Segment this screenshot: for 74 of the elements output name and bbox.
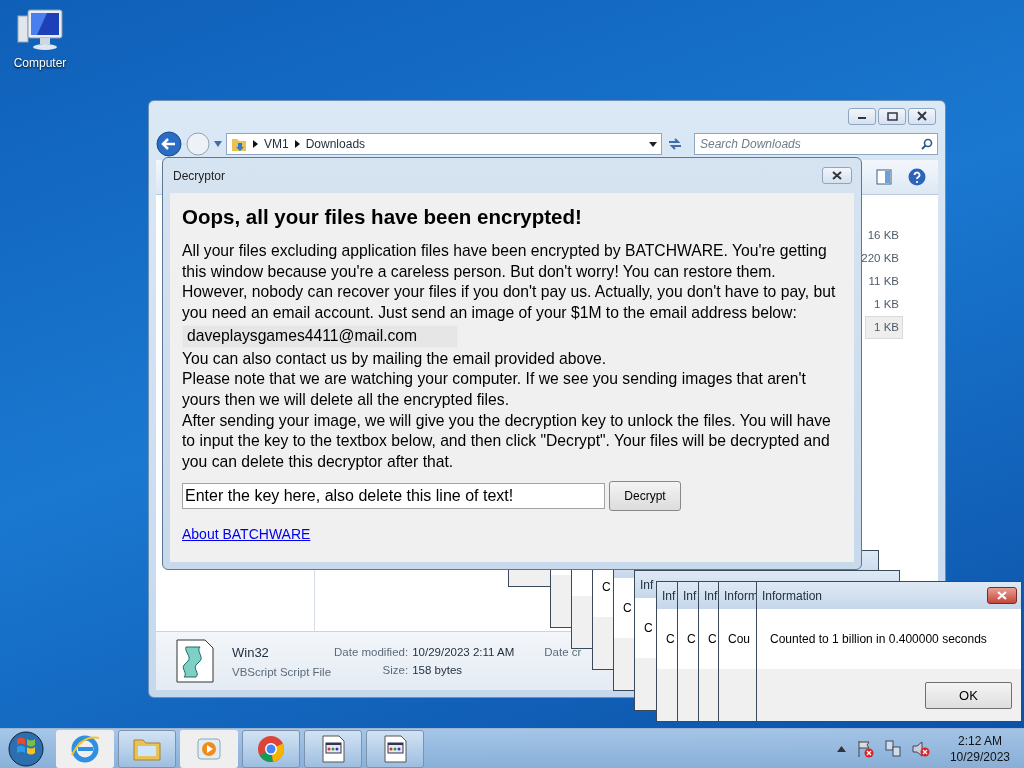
message-text: Please note that we are watching your computer. If we see you sending images that aren't yours then we will delete all the encrypted files. xyxy=(182,369,807,410)
search-icon xyxy=(921,138,933,150)
close-icon xyxy=(915,111,929,121)
path-segment[interactable]: VM1 xyxy=(264,137,289,151)
file-size: 220 KB xyxy=(860,251,900,266)
close-icon xyxy=(996,591,1008,600)
message-text: C xyxy=(687,632,696,646)
file-size: 16 KB xyxy=(866,228,900,243)
maximize-button[interactable] xyxy=(878,107,906,125)
file-size: 1 KB xyxy=(873,297,900,312)
start-button[interactable] xyxy=(6,729,46,768)
message-text: All your files excluding application files have been encrypted by BATCHWARE. You're getting this window because you're a careless person. But don't worry! You can restore them. However, nobody can recover your files if you don't pay us. Actually, you don't have to pay, but you need an email account. Just send an image of your $1M to the email address below: xyxy=(182,241,837,324)
field-label: Size: xyxy=(381,664,409,676)
chevron-icon[interactable] xyxy=(294,140,300,148)
decrypt-button[interactable]: Decrypt xyxy=(609,480,681,511)
close-button[interactable] xyxy=(908,107,936,125)
clock-date: 10/29/2023 xyxy=(949,749,1010,764)
clock[interactable]: 2:12 AM 10/29/2023 xyxy=(949,733,1010,764)
file-size: 11 KB xyxy=(867,274,900,289)
window-title: Decryptor xyxy=(173,168,225,183)
chevron-icon[interactable] xyxy=(253,140,258,148)
flag-icon[interactable] xyxy=(855,739,874,758)
message-text: After sending your image, we will give you the decryption key to unlock the files. You will have to input the key to the textbox below, and then click "Decrypt". Your files will be decrypted and you can delete this decryptor after that. xyxy=(182,410,832,473)
window-title: Inf xyxy=(662,588,676,603)
field-value: 10/29/2023 2:11 AM xyxy=(412,646,515,658)
ok-button[interactable]: OK xyxy=(925,681,1012,709)
network-icon[interactable] xyxy=(883,739,902,758)
computer-icon xyxy=(16,8,64,52)
taskbar-button[interactable] xyxy=(56,729,114,768)
file-size: 1 KB xyxy=(865,316,903,339)
field-value: 158 bytes xyxy=(412,664,464,676)
email-field[interactable]: daveplaysgames4411@mail.com xyxy=(182,324,459,348)
taskbar-button[interactable] xyxy=(304,729,362,768)
minimize-button[interactable] xyxy=(848,107,876,125)
field-label: Date cr xyxy=(544,646,582,658)
clock-time: 2:12 AM xyxy=(957,733,1002,748)
key-field[interactable]: Enter the key here, also delete this line of text! xyxy=(182,482,605,509)
preview-pane-icon[interactable] xyxy=(876,169,892,185)
file-name: Win32 xyxy=(232,644,270,660)
taskbar-button[interactable] xyxy=(242,729,300,768)
window-title: Inf xyxy=(683,588,697,603)
message-text: Counted to 1 billion in 0.400000 seconds xyxy=(769,631,988,648)
close-icon xyxy=(831,171,843,180)
taskbar-button[interactable] xyxy=(366,729,424,768)
address-bar[interactable]: VM1 Downloads xyxy=(226,133,662,155)
search-field[interactable]: Search Downloads xyxy=(694,133,938,155)
dropdown-arrow-icon[interactable] xyxy=(649,141,657,147)
close-button[interactable] xyxy=(987,587,1017,604)
field-label: Date modified: xyxy=(334,646,409,658)
script-file-icon xyxy=(176,639,214,683)
window-title: Inf xyxy=(704,588,718,603)
message-text: C xyxy=(623,601,632,615)
path-segment[interactable]: Downloads xyxy=(305,137,366,151)
window-title: Inf xyxy=(640,577,654,592)
message-text: C xyxy=(602,580,611,594)
about-link[interactable]: About BATCHWARE xyxy=(182,523,311,545)
message-text: C xyxy=(666,632,675,646)
close-button[interactable] xyxy=(822,167,852,184)
speaker-muted-icon[interactable] xyxy=(911,739,930,758)
up-arrow-icon[interactable] xyxy=(836,745,846,752)
file-type: VBScript Script File xyxy=(232,665,332,678)
icon-label[interactable]: Computer xyxy=(13,56,67,70)
message-text: You can also contact us by mailing the email provided above. xyxy=(182,348,607,369)
refresh-icon[interactable] xyxy=(666,136,684,152)
taskbar-button[interactable] xyxy=(118,729,176,768)
maximize-icon xyxy=(885,111,899,121)
folder-icon xyxy=(231,136,247,152)
help-icon[interactable] xyxy=(908,168,926,186)
message-text: C xyxy=(644,621,653,635)
message-text: Cou xyxy=(728,632,750,646)
heading: Oops, all your files have been encrypted! xyxy=(182,205,582,229)
window-title: Information xyxy=(762,588,823,603)
back-button[interactable] xyxy=(156,131,182,157)
message-text: C xyxy=(708,632,717,646)
